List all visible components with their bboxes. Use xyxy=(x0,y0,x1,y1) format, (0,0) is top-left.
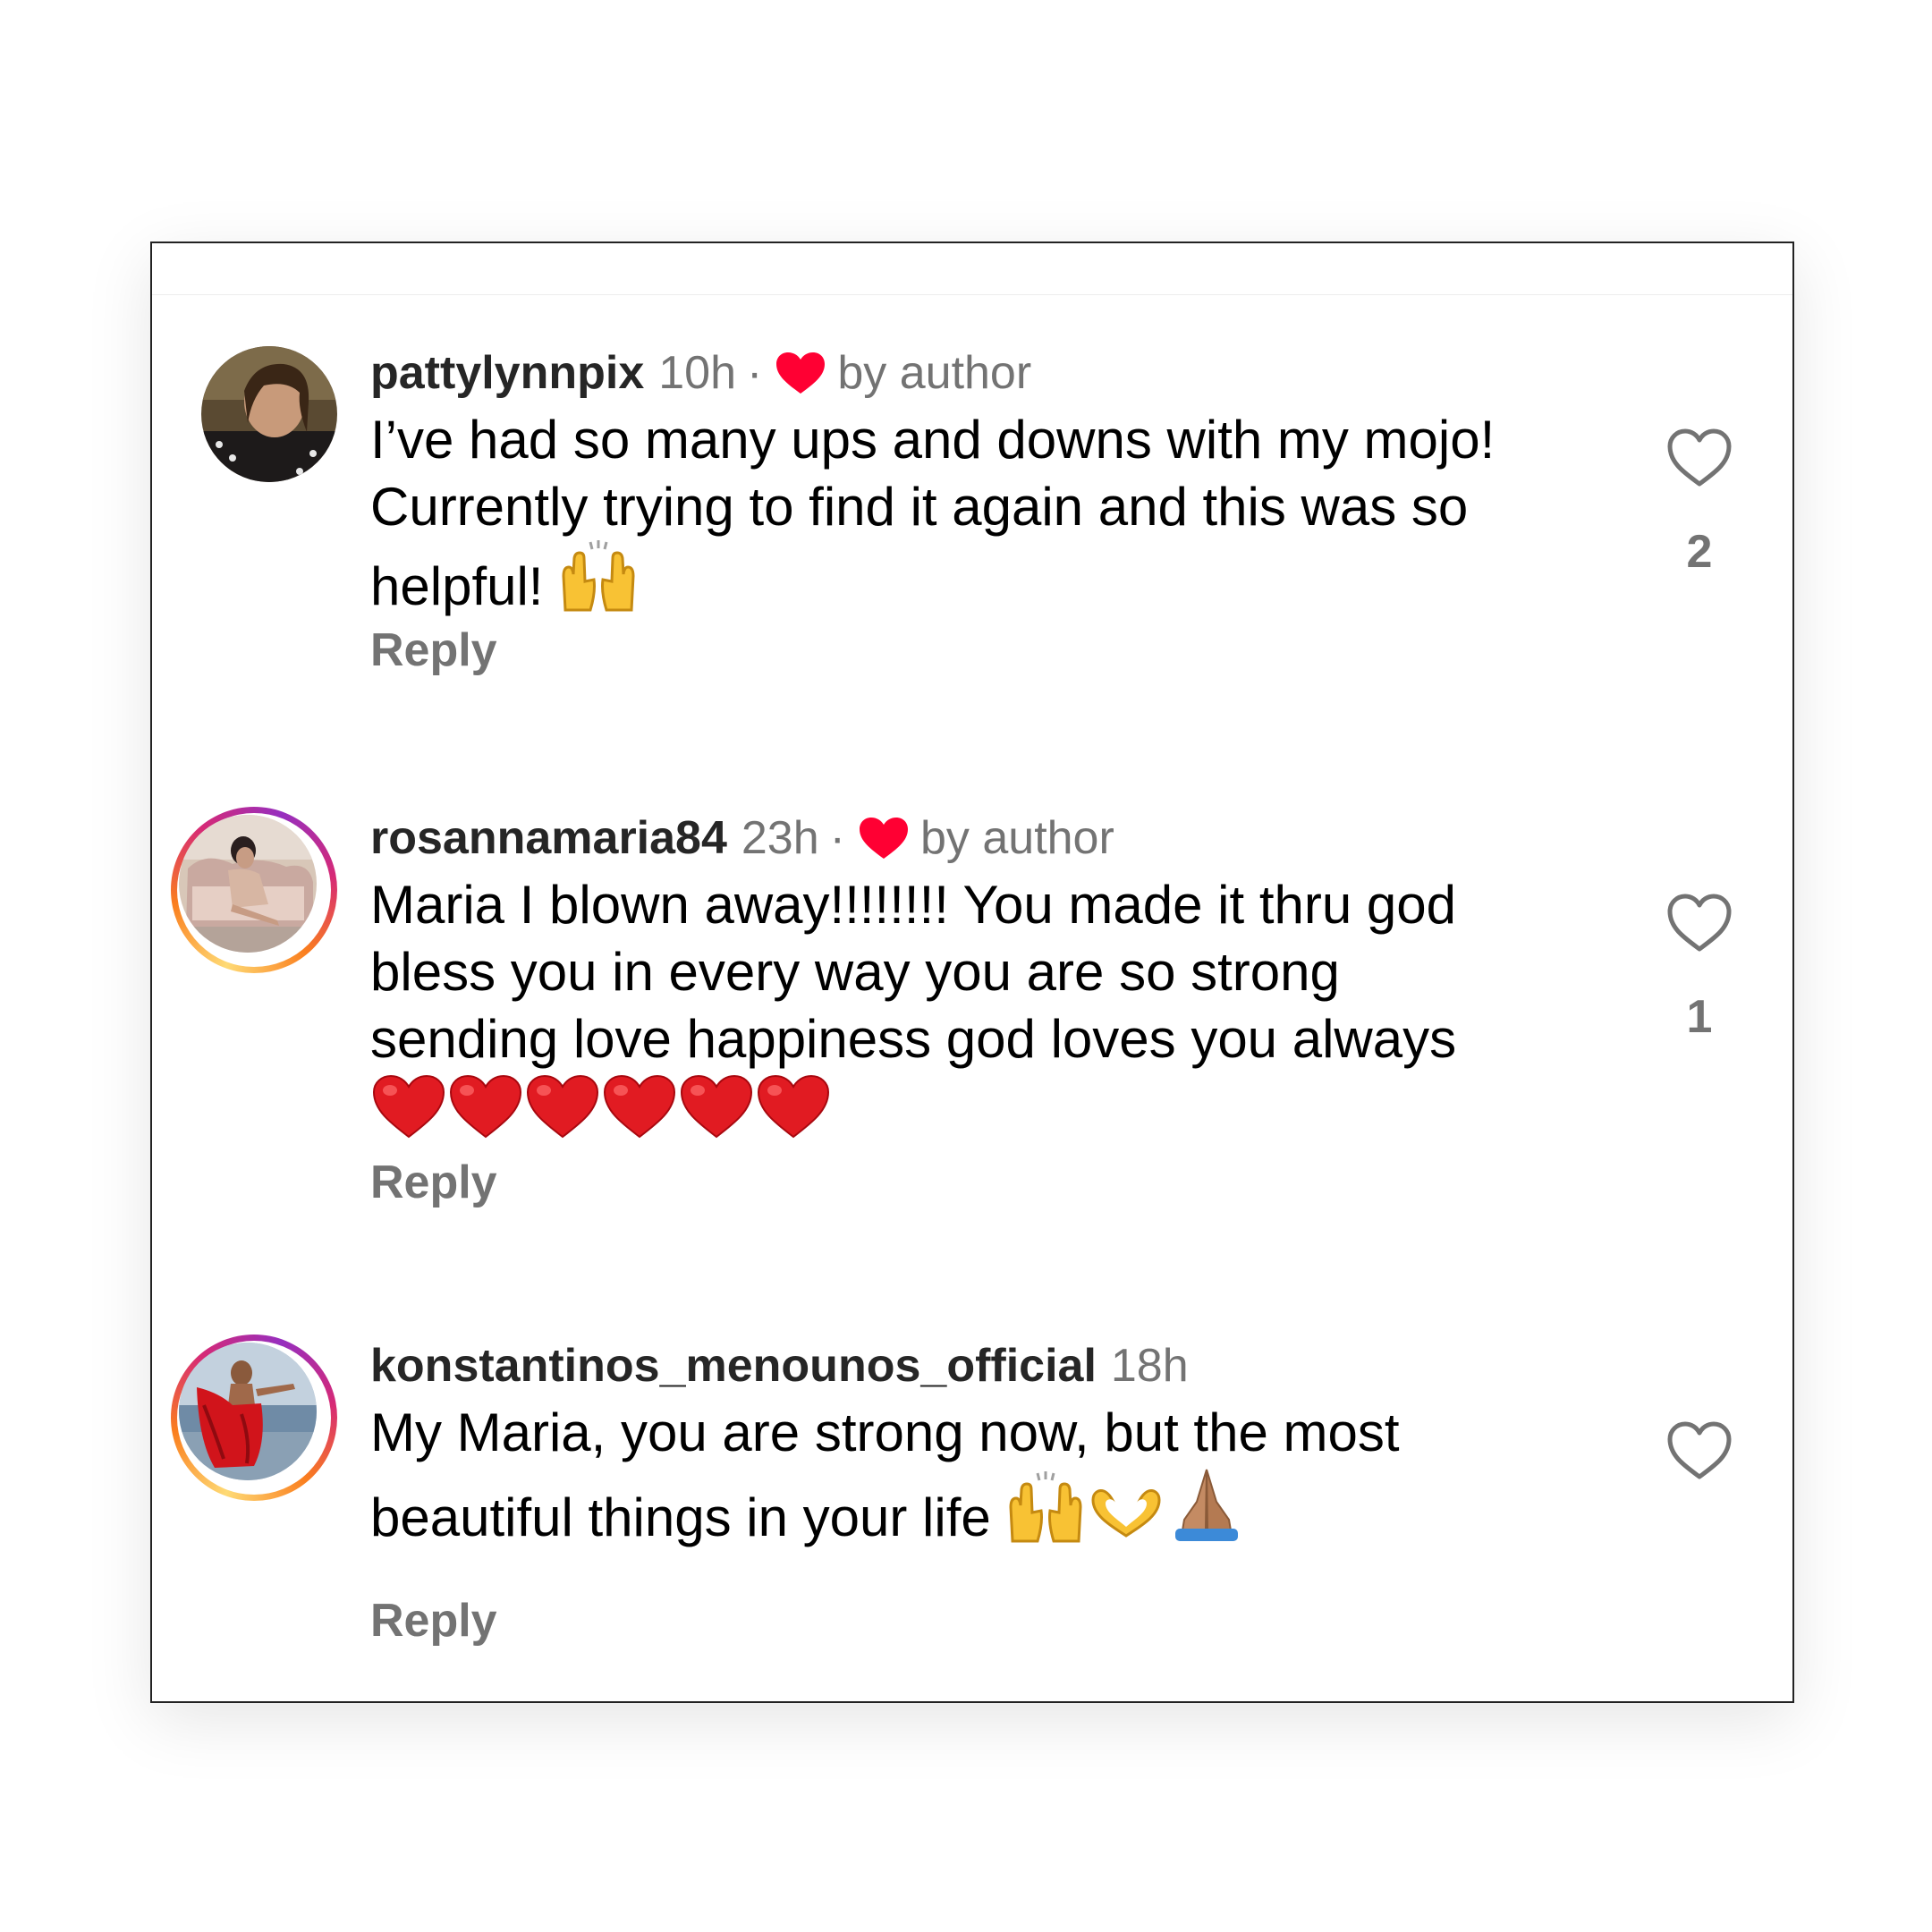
like-heart-icon[interactable] xyxy=(1665,427,1733,489)
timestamp: 23h xyxy=(741,812,819,864)
red-heart-emoji-icon xyxy=(524,1072,601,1156)
avatar xyxy=(179,815,317,953)
avatar-photo xyxy=(179,1343,317,1480)
red-heart-emoji-icon xyxy=(601,1072,678,1156)
timestamp: 18h xyxy=(1110,1340,1189,1392)
avatar-story-ring[interactable] xyxy=(171,807,337,973)
red-heart-emoji-icon xyxy=(447,1072,524,1156)
comment-body: My Maria, you are strong now, but the mo… xyxy=(370,1402,1415,1547)
username[interactable]: konstantinos_menounos_official xyxy=(370,1335,1097,1397)
like-heart-icon[interactable] xyxy=(1665,1419,1733,1482)
comment-text: I’ve had so many ups and downs with my m… xyxy=(370,406,1533,627)
comment-body: I’ve had so many ups and downs with my m… xyxy=(370,410,1510,616)
comments-panel: pattylynnpix 10h · by author I’ve had so… xyxy=(150,242,1794,1703)
reply-button[interactable]: Reply xyxy=(370,1594,497,1648)
username[interactable]: pattylynnpix xyxy=(370,342,644,404)
heart-hands-emoji-icon xyxy=(1086,1480,1166,1558)
separator: · xyxy=(747,347,763,399)
author-liked-heart-icon xyxy=(859,818,908,859)
reply-button[interactable]: Reply xyxy=(370,1156,497,1209)
comment-text: Maria I blown away!!!!!!!! You made it t… xyxy=(370,871,1533,1156)
like-column: 1 xyxy=(1646,892,1753,1044)
username[interactable]: rosannamaria84 xyxy=(370,807,727,869)
liked-by-author-label: by author xyxy=(919,812,1114,864)
comment-body: Maria I blown away!!!!!!!! You made it t… xyxy=(370,875,1471,1069)
raised-hands-emoji-icon xyxy=(558,540,639,627)
liked-by-author-label: by author xyxy=(837,347,1032,399)
avatar[interactable] xyxy=(201,346,337,482)
like-column xyxy=(1646,1419,1753,1482)
comment-meta: rosannamaria84 23h · by author xyxy=(370,807,1114,869)
comment-meta: pattylynnpix 10h · by author xyxy=(370,342,1031,404)
timestamp: 10h xyxy=(658,347,737,399)
comment-text: My Maria, you are strong now, but the mo… xyxy=(370,1399,1569,1558)
avatar xyxy=(179,1343,317,1480)
like-count[interactable]: 1 xyxy=(1646,990,1753,1044)
red-heart-emoji-icon xyxy=(755,1072,832,1156)
like-column: 2 xyxy=(1646,427,1753,579)
avatar-photo xyxy=(201,346,337,482)
separator: · xyxy=(829,812,845,864)
like-heart-icon[interactable] xyxy=(1665,892,1733,954)
red-heart-emoji-icon xyxy=(678,1072,755,1156)
divider xyxy=(152,294,1792,295)
avatar-photo xyxy=(179,815,317,953)
folded-hands-emoji-icon xyxy=(1166,1466,1247,1558)
emoji-row xyxy=(370,1074,832,1145)
raised-hands-emoji-icon xyxy=(1005,1471,1086,1558)
red-heart-emoji-icon xyxy=(370,1072,447,1156)
reply-button[interactable]: Reply xyxy=(370,623,497,677)
background: pattylynnpix 10h · by author I’ve had so… xyxy=(0,0,1932,1932)
like-count[interactable]: 2 xyxy=(1646,525,1753,579)
comment-meta: konstantinos_menounos_official 18h xyxy=(370,1335,1189,1397)
author-liked-heart-icon xyxy=(776,352,826,394)
avatar-story-ring[interactable] xyxy=(171,1335,337,1501)
